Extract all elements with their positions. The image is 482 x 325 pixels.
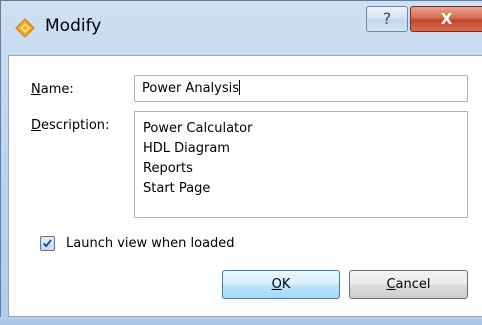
description-line: Reports bbox=[143, 161, 193, 176]
close-icon: X bbox=[440, 10, 453, 28]
diamond-app-icon bbox=[15, 18, 35, 38]
checkmark-icon bbox=[42, 239, 52, 248]
name-label: Name: bbox=[31, 82, 74, 97]
description-label: Description: bbox=[31, 118, 110, 133]
help-icon: ? bbox=[382, 9, 392, 28]
help-button[interactable]: ? bbox=[366, 6, 408, 32]
name-input[interactable]: Power Analysis bbox=[134, 75, 468, 102]
cancel-button[interactable]: Cancel bbox=[349, 270, 468, 299]
title-bar[interactable]: Modify ? X bbox=[0, 0, 482, 52]
close-button[interactable]: X bbox=[410, 6, 482, 32]
name-input-value: Power Analysis bbox=[142, 81, 239, 96]
window-bottom-border bbox=[0, 317, 482, 325]
ok-button[interactable]: OK bbox=[222, 270, 340, 299]
description-line: Start Page bbox=[143, 181, 211, 196]
description-textarea[interactable]: Power Calculator HDL Diagram Reports Sta… bbox=[134, 111, 468, 218]
launch-view-checkbox[interactable] bbox=[40, 236, 55, 251]
description-line: HDL Diagram bbox=[143, 141, 230, 156]
launch-view-label[interactable]: Launch view when loaded bbox=[66, 236, 235, 251]
description-line: Power Calculator bbox=[143, 121, 253, 136]
dialog-title: Modify bbox=[45, 16, 102, 36]
text-cursor bbox=[239, 80, 240, 95]
